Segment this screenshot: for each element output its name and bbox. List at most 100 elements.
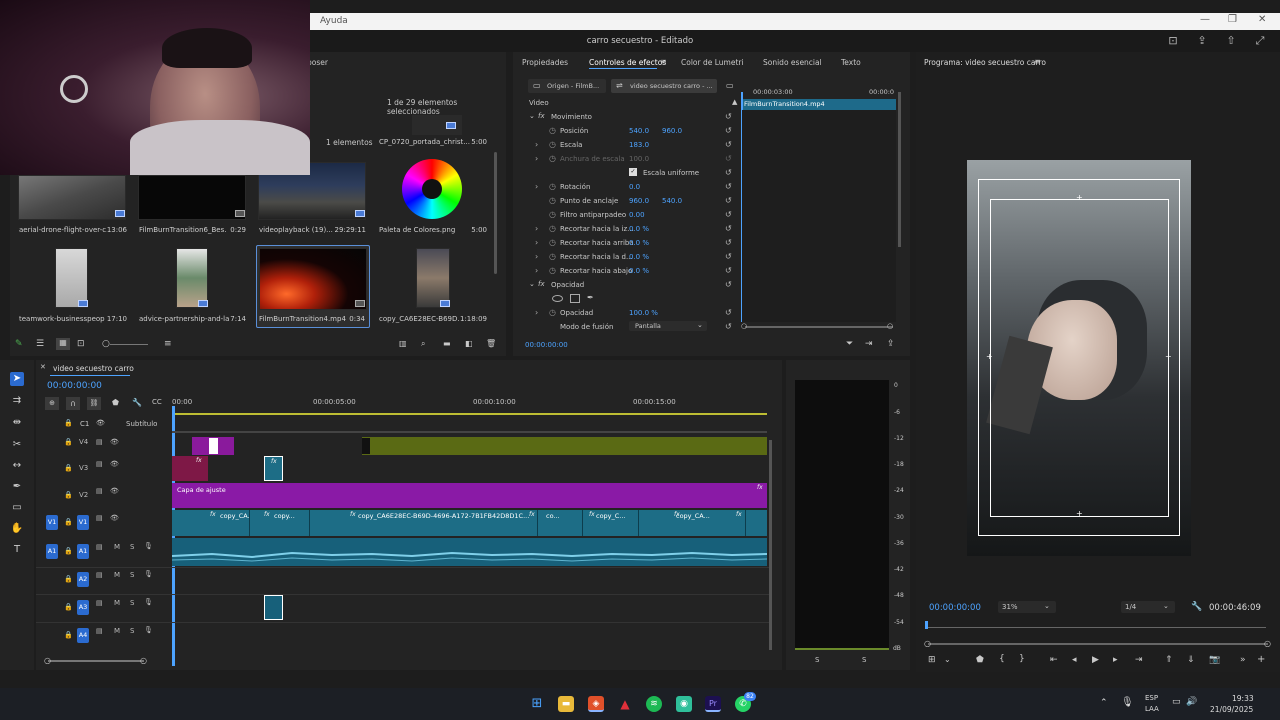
param-value[interactable]: 540.0 (629, 127, 649, 135)
expand-icon[interactable]: › (535, 182, 538, 191)
ripple-edit-icon[interactable]: ⇹ (10, 416, 24, 430)
close-tab-icon[interactable]: ✕ (40, 363, 46, 371)
zoom-select[interactable]: 31% ⌄ (998, 601, 1056, 613)
chevron-up-icon[interactable]: ⌃ (1100, 698, 1108, 708)
trash-icon[interactable]: 🗑 (486, 339, 496, 348)
tab-effect-controls[interactable]: Controles de efectos (589, 58, 666, 67)
menu-help[interactable]: Ayuda (320, 16, 348, 26)
lock-icon[interactable]: 🔒 (64, 419, 73, 427)
reset-icon[interactable]: ↺ (725, 182, 732, 191)
tab-essential-sound[interactable]: Sonido esencial (763, 58, 822, 67)
triangle-app-icon[interactable]: ▲ (617, 696, 633, 712)
param-row[interactable]: › ◷ Recortar hacia abajo 0.0 % ↺ (513, 264, 733, 278)
premiere-pro-icon[interactable]: Pr (705, 696, 721, 712)
chat-app-icon[interactable]: ◉ (676, 696, 692, 712)
param-value[interactable]: 0.0 % (629, 225, 649, 233)
camera-icon[interactable]: 📷 (1209, 655, 1220, 665)
source-patch-v1[interactable]: V1 (46, 515, 58, 530)
zoom-handle-right[interactable]: ○ (140, 656, 147, 665)
expand-icon[interactable]: › (535, 266, 538, 275)
mic-icon[interactable]: 🎙 (144, 598, 153, 606)
param-row[interactable]: › ◷ Anchura de escala 100.0 ↺ (513, 152, 733, 166)
reset-icon[interactable]: ↺ (725, 140, 732, 149)
minimize-icon[interactable]: — (1200, 14, 1210, 25)
track-target-a4[interactable]: A4 (77, 628, 89, 643)
mute-icon[interactable]: M (114, 627, 120, 635)
param-value[interactable]: 960.0 (629, 197, 649, 205)
thumbnail[interactable] (55, 248, 88, 308)
lift-icon[interactable]: ⇑ (1165, 655, 1173, 665)
add-marker-icon[interactable]: ⬟ (112, 398, 119, 407)
step-forward-icon[interactable]: ▸ (1113, 655, 1118, 665)
clip-v4-graphic[interactable] (362, 437, 767, 455)
param-value[interactable]: 0.0 % (629, 253, 649, 261)
reset-icon[interactable]: ↺ (725, 196, 732, 205)
lock-icon[interactable]: 🔒 (64, 438, 73, 446)
panel-menu-icon[interactable]: ≡ (1034, 57, 1041, 66)
toggle-sync-icon[interactable]: ▤ (96, 543, 103, 551)
toggle-sync-icon[interactable]: ▤ (96, 438, 103, 446)
eye-icon[interactable]: 👁 (110, 438, 119, 446)
item-name[interactable]: FilmBurnTransition6_Bes... (139, 226, 227, 234)
a1-audio-strip[interactable] (172, 538, 767, 566)
list-view-icon[interactable]: ☰ (36, 339, 44, 349)
param-row[interactable]: › ◷ Escala 183.0 ↺ (513, 138, 733, 152)
toggle-sync-icon[interactable]: ▤ (96, 460, 103, 468)
solo-icon[interactable]: S (130, 571, 134, 579)
nest-icon[interactable]: ⊕ (45, 397, 59, 410)
video-clip[interactable]: fx copy_CA6E28EC-B69D-4696-A172-7B1FB42D8… (348, 510, 538, 536)
stopwatch-icon[interactable]: ◷ (549, 210, 556, 219)
ec-scrollbar[interactable] (898, 92, 901, 247)
ec-zoom-bar[interactable] (745, 326, 893, 328)
stopwatch-icon[interactable]: ◷ (549, 140, 556, 149)
toggle-sync-icon[interactable]: ▤ (96, 487, 103, 495)
new-item-icon[interactable]: ◧ (465, 339, 473, 348)
zoom-slider-icon[interactable]: ○ (102, 339, 110, 349)
program-ruler[interactable] (926, 627, 1266, 628)
blend-mode-select[interactable]: Pantalla ⌄ (629, 321, 707, 331)
mark-in-icon[interactable]: { (999, 654, 1005, 664)
expand-icon[interactable]: ⌄ (529, 280, 535, 288)
quick-export-icon[interactable]: ⇪ (1195, 34, 1209, 48)
item-name[interactable]: aerial-drone-flight-over-c... (19, 226, 107, 234)
mic-icon[interactable]: 🎙 (144, 542, 153, 550)
mute-icon[interactable]: M (114, 571, 120, 579)
display-icon[interactable]: ▭ (1172, 697, 1181, 707)
program-timecode[interactable]: 00:00:00:00 (929, 603, 981, 613)
reset-icon[interactable]: ↺ (725, 252, 732, 261)
collapse-icon[interactable]: ▲ (732, 98, 737, 106)
param-value[interactable]: 0.0 (629, 183, 640, 191)
eye-icon[interactable]: 👁 (110, 487, 119, 495)
ellipse-mask-icon[interactable] (552, 295, 563, 302)
param-row[interactable]: ◷ Punto de anclaje 960.0 540.0 ↺ (513, 194, 733, 208)
video-clip[interactable]: co... (543, 510, 583, 536)
tab-lumetri-color[interactable]: Color de Lumetri (681, 58, 744, 67)
expand-icon[interactable]: › (535, 224, 538, 233)
stopwatch-icon[interactable]: ◷ (549, 154, 556, 163)
track-select-icon[interactable]: ⇉ (10, 394, 24, 408)
toggle-timeline-icon[interactable]: ▭ (726, 81, 734, 90)
item-name[interactable]: Paleta de Colores.png (379, 226, 469, 234)
brave-browser-icon[interactable]: ◈ (588, 696, 604, 712)
item-name[interactable]: FilmBurnTransition4.mp4 (259, 315, 349, 323)
param-row[interactable]: ◷ Filtro antiparpadeo 0.00 ↺ (513, 208, 733, 222)
zoom-handle-left[interactable]: ○ (741, 322, 747, 330)
param-value[interactable]: 0.00 (629, 211, 645, 219)
uniform-scale-checkbox[interactable]: ✓ (629, 168, 637, 176)
expand-icon[interactable]: ⌄ (529, 112, 535, 120)
eye-icon[interactable]: 👁 (96, 419, 105, 427)
rectangle-icon[interactable]: ▭ (10, 501, 24, 515)
clip-v3[interactable]: fx (172, 456, 208, 481)
filter-icon[interactable]: ⏷ (846, 339, 853, 349)
program-zoom-bar[interactable] (928, 643, 1268, 645)
hand-icon[interactable]: ✋ (10, 522, 24, 536)
slip-icon[interactable]: ↔ (10, 459, 24, 473)
stopwatch-icon[interactable]: ◷ (549, 308, 556, 317)
toggle-sync-icon[interactable]: ▤ (96, 627, 103, 635)
speaker-icon[interactable]: 🔊 (1186, 697, 1197, 707)
new-bin-icon[interactable]: ▬ (443, 339, 451, 348)
expand-icon[interactable]: › (535, 154, 538, 163)
program-playhead[interactable] (925, 621, 928, 629)
lock-icon[interactable]: 🔒 (64, 575, 73, 583)
thumbnail[interactable] (18, 175, 126, 220)
